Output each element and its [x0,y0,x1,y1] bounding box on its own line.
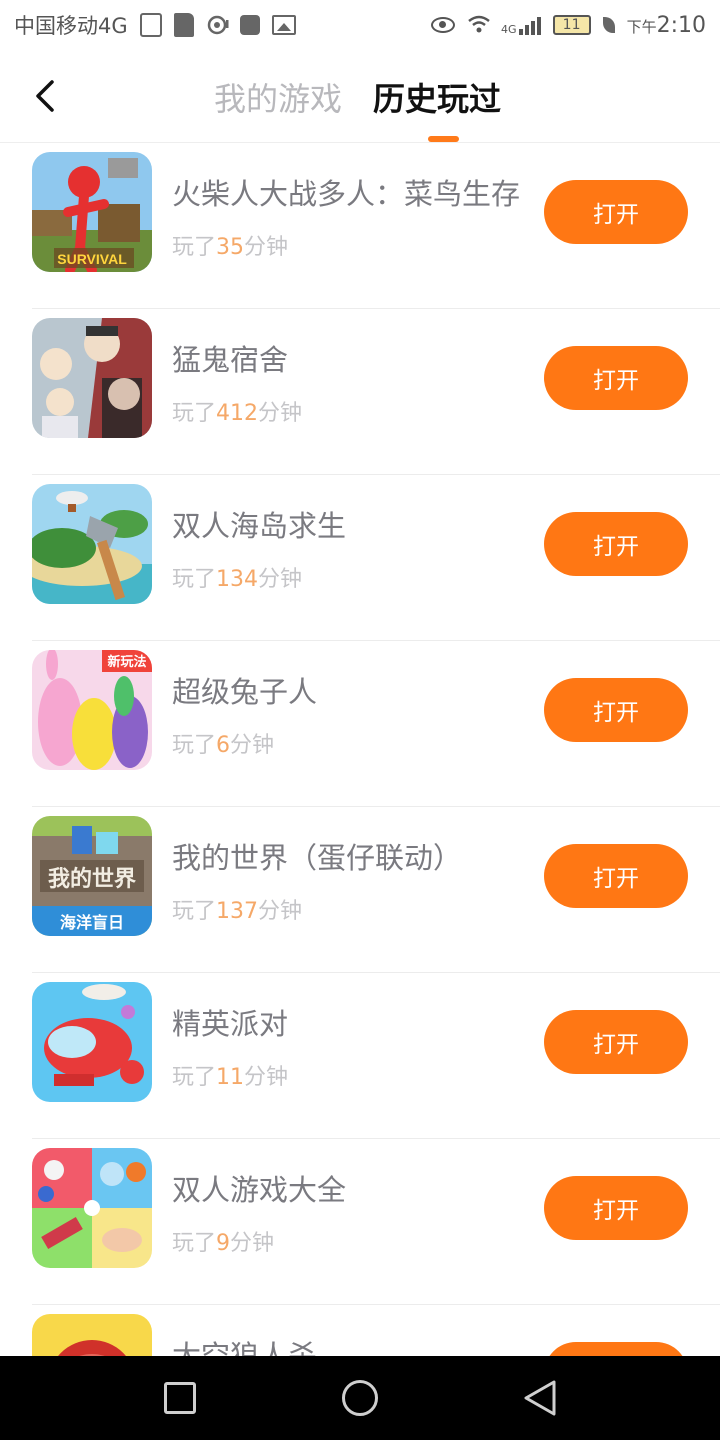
icon-label: 新玩法 [107,654,146,670]
play-time-suffix: 分钟 [230,1231,275,1256]
play-time-suffix: 分钟 [258,401,303,426]
game-icon-super-bunny-man[interactable]: 新玩法 [32,650,152,770]
system-nav-bar [0,1356,720,1440]
play-time-prefix: 玩了 [172,1065,217,1090]
game-name: 我的世界（蛋仔联动） [172,841,463,875]
play-time-suffix: 分钟 [230,733,275,758]
list-item[interactable]: 精英派对 玩了11分钟 打开 [0,973,720,1139]
play-time-prefix: 玩了 [172,567,217,592]
game-name: 双人海岛求生 [172,509,347,543]
recent-apps-button[interactable] [164,1382,196,1414]
list-item[interactable]: SURVIVAL 火柴人大战多人：菜鸟生存 玩了35分钟 打开 [0,143,720,309]
play-time: 玩了412分钟 [172,395,302,427]
icon-sublabel: 海洋盲日 [60,913,124,932]
carrier-label: 中国移动4G [14,14,128,38]
play-time-minutes: 412 [216,401,259,426]
open-button[interactable]: 打开 [544,844,688,908]
icon-label: SURVIVAL [57,251,127,267]
game-icon-two-player-games[interactable] [32,1148,152,1268]
header: 我的游戏 历史玩过 [0,50,720,143]
sd-card-icon [173,13,194,37]
open-button[interactable]: 打开 [544,346,688,410]
play-time-prefix: 玩了 [172,733,217,758]
network-type-label: 4G [501,22,517,36]
back-button[interactable] [28,76,64,116]
play-time-minutes: 9 [216,1231,231,1256]
play-time-prefix: 玩了 [172,1231,217,1256]
icon-label: 我的世界 [48,866,136,892]
play-time-suffix: 分钟 [244,235,289,260]
clock-period: 下午 [626,17,657,36]
hotspot-icon [206,14,229,36]
list-item[interactable]: 双人海岛求生 玩了134分钟 打开 [0,475,720,641]
play-time-suffix: 分钟 [244,1065,289,1090]
play-time-prefix: 玩了 [172,899,217,924]
game-icon-minecraft-eggy[interactable]: 我的世界 海洋盲日 [32,816,152,936]
game-icon-elite-party[interactable] [32,982,152,1102]
clock-time: 2:10 [656,12,706,38]
active-tab-indicator [428,136,459,142]
game-name: 猛鬼宿舍 [172,343,289,377]
power-saving-icon [602,17,615,33]
play-time: 玩了137分钟 [172,893,302,925]
clock: 下午2:10 [627,13,706,38]
open-button[interactable]: 打开 [544,678,688,742]
battery-level: 11 [562,17,581,33]
signal-icon [518,15,541,35]
app-notification-icon [239,15,260,35]
status-bar-left: 中国移动4G [14,10,296,40]
game-icon-ghost-dorm[interactable] [32,318,152,438]
status-bar-right: 4G 11 下午2:10 [431,13,706,38]
open-button[interactable]: 打开 [544,1176,688,1240]
game-name: 精英派对 [172,1007,289,1041]
battery-icon: 11 [552,15,591,35]
play-time-minutes: 11 [216,1065,245,1090]
play-time-minutes: 137 [216,899,259,924]
play-time-prefix: 玩了 [172,235,217,260]
game-name: 太空狼人杀 [172,1339,318,1356]
wifi-icon [467,14,490,36]
play-time: 玩了35分钟 [172,229,288,261]
document-icon [139,13,162,37]
play-time: 玩了134分钟 [172,561,302,593]
list-item[interactable]: 太空狼人杀 打开 [0,1305,720,1356]
open-button[interactable]: 打开 [544,1342,688,1356]
system-back-button[interactable] [522,1378,558,1418]
history-game-list[interactable]: SURVIVAL 火柴人大战多人：菜鸟生存 玩了35分钟 打开 猛鬼宿舍 玩了4… [0,143,720,1356]
status-bar: 中国移动4G 4G 11 下午2:10 [0,0,720,50]
list-item[interactable]: 我的世界 海洋盲日 我的世界（蛋仔联动） 玩了137分钟 打开 [0,807,720,973]
play-time-suffix: 分钟 [258,899,303,924]
list-item[interactable]: 双人游戏大全 玩了9分钟 打开 [0,1139,720,1305]
game-icon-stickman-survival[interactable]: SURVIVAL [32,152,152,272]
chevron-left-icon [36,80,54,112]
play-time-minutes: 134 [216,567,259,592]
list-item[interactable]: 猛鬼宿舍 玩了412分钟 打开 [0,309,720,475]
open-button[interactable]: 打开 [544,180,688,244]
play-time-minutes: 35 [216,235,245,260]
tab-history-played[interactable]: 历史玩过 [373,74,501,120]
play-time: 玩了6分钟 [172,727,274,759]
game-name: 超级兔子人 [172,675,318,709]
game-icon-island-survival[interactable] [32,484,152,604]
play-time: 玩了9分钟 [172,1225,274,1257]
game-name: 双人游戏大全 [172,1173,347,1207]
game-icon-space-werewolf[interactable] [32,1314,152,1356]
eye-comfort-icon [431,17,456,33]
play-time-minutes: 6 [216,733,231,758]
play-time-suffix: 分钟 [258,567,303,592]
list-item[interactable]: 新玩法 超级兔子人 玩了6分钟 打开 [0,641,720,807]
gallery-icon [271,15,296,35]
open-button[interactable]: 打开 [544,512,688,576]
triangle-back-icon [524,1380,556,1416]
game-name: 火柴人大战多人：菜鸟生存 [172,177,521,211]
open-button[interactable]: 打开 [544,1010,688,1074]
play-time-prefix: 玩了 [172,401,217,426]
play-time: 玩了11分钟 [172,1059,288,1091]
home-button[interactable] [342,1380,378,1416]
tab-my-games[interactable]: 我的游戏 [214,74,342,120]
